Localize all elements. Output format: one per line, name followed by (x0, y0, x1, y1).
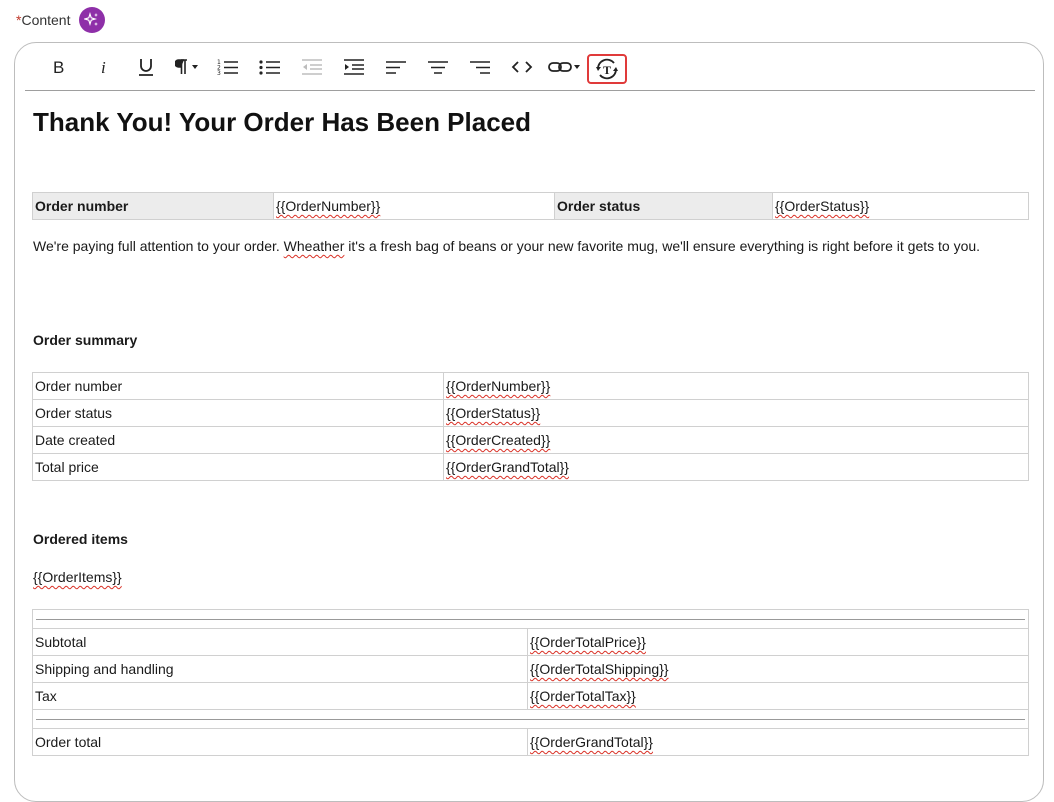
code-icon (511, 61, 533, 73)
summary-placeholder: {{OrderNumber}} (446, 378, 551, 394)
summary-value-cell: {{OrderCreated}} (443, 426, 1029, 454)
paragraph-format-button[interactable] (173, 53, 207, 81)
source-code-button[interactable] (509, 53, 535, 81)
totals-placeholder: {{OrderTotalShipping}} (530, 661, 669, 677)
summary-placeholder: {{OrderStatus}} (446, 405, 541, 421)
grand-total-label-cell: Order total (32, 728, 528, 756)
order-summary-heading: Order summary (33, 332, 138, 348)
editor-toolbar: B i 1 2 3 T (25, 43, 1035, 91)
table-row: Order total {{OrderGrandTotal}} (32, 728, 1029, 756)
underline-button[interactable] (133, 53, 159, 81)
align-left-icon (386, 61, 406, 74)
totals-label-cell: Tax (32, 682, 528, 710)
text-placeholder-icon: T (596, 58, 618, 80)
intro-text-1: We're paying full attention to your orde… (33, 238, 284, 254)
ordered-items-placeholder: {{OrderItems}} (33, 569, 122, 585)
separator-row (32, 609, 1029, 629)
sparkles-icon[interactable] (78, 7, 105, 33)
align-right-button[interactable] (467, 53, 493, 81)
pilcrow-icon (175, 59, 198, 74)
table-row: Order number {{OrderNumber}} (32, 372, 1029, 400)
summary-placeholder: {{OrderGrandTotal}} (446, 459, 569, 475)
underline-icon (139, 59, 153, 76)
ordered-items-heading: Ordered items (33, 531, 128, 547)
order-number-value-cell: {{OrderNumber}} (273, 192, 555, 220)
bullet-list-button[interactable] (257, 53, 283, 81)
order-number-placeholder: {{OrderNumber}} (276, 198, 381, 214)
misspelled-word: Wheather (283, 238, 345, 254)
rich-text-editor[interactable]: B i 1 2 3 T Thank You! Your Order Has Be… (14, 42, 1044, 802)
table-row: Order status {{OrderStatus}} (32, 399, 1029, 427)
ordered-list-button[interactable]: 1 2 3 (215, 53, 241, 81)
align-right-icon (470, 61, 490, 74)
totals-value-cell: {{OrderTotalTax}} (527, 682, 1029, 710)
intro-text-2: it's a fresh bag of beans or your new fa… (344, 238, 981, 254)
totals-placeholder: {{OrderTotalTax}} (530, 688, 636, 704)
table-row: Date created {{OrderCreated}} (32, 426, 1029, 454)
separator-row (32, 709, 1029, 729)
outdent-button[interactable] (299, 53, 325, 81)
align-center-button[interactable] (425, 53, 451, 81)
link-icon (548, 62, 580, 72)
order-status-value-cell: {{OrderStatus}} (772, 192, 1029, 220)
summary-label-cell: Date created (32, 426, 444, 454)
order-status-label-cell: Order status (554, 192, 773, 220)
order-summary-table: Order number {{OrderNumber}} Order status{… (32, 372, 1029, 481)
summary-placeholder: {{OrderCreated}} (446, 432, 551, 448)
order-number-label-cell: Order number (32, 192, 274, 220)
editor-content[interactable]: Thank You! Your Order Has Been Placed Or… (15, 91, 1043, 801)
align-center-icon (428, 61, 448, 74)
totals-label-cell: Subtotal (32, 628, 528, 656)
svg-text:3: 3 (217, 70, 221, 76)
summary-value-cell: {{OrderGrandTotal}} (443, 453, 1029, 481)
ordered-list-icon: 1 2 3 (217, 59, 238, 76)
order-status-placeholder: {{OrderStatus}} (775, 198, 870, 214)
summary-value-cell: {{OrderNumber}} (443, 372, 1029, 400)
bullet-list-icon (259, 60, 280, 75)
summary-label-cell: Total price (32, 453, 444, 481)
italic-icon: i (101, 58, 106, 76)
table-row: Shipping and handling {{OrderTotalShippin… (32, 655, 1029, 683)
totals-value-cell: {{OrderTotalPrice}} (527, 628, 1029, 656)
indent-button[interactable] (341, 53, 367, 81)
document-title: Thank You! Your Order Has Been Placed (33, 107, 531, 137)
italic-button[interactable]: i (91, 53, 117, 81)
table-row: Total price {{OrderGrandTotal}} (32, 453, 1029, 481)
placeholder-button[interactable]: T (587, 54, 627, 84)
svg-text:i: i (101, 58, 106, 76)
content-field-label: * Content (16, 7, 105, 33)
totals-value-cell: {{OrderTotalShipping}} (527, 655, 1029, 683)
horizontal-rule (36, 618, 1025, 620)
table-row: Tax {{OrderTotalTax}} (32, 682, 1029, 710)
totals-placeholder: {{OrderTotalPrice}} (530, 634, 646, 650)
table-row: Order number {{OrderNumber}} Order statu… (32, 192, 1029, 220)
outdent-icon (302, 59, 322, 75)
bold-icon: B (53, 58, 64, 76)
indent-icon (344, 59, 364, 75)
insert-link-button[interactable] (547, 53, 585, 81)
field-label-text: Content (21, 12, 71, 28)
horizontal-rule (36, 718, 1025, 720)
svg-text:T: T (603, 63, 611, 77)
totals-label-cell: Shipping and handling (32, 655, 528, 683)
align-left-button[interactable] (383, 53, 409, 81)
svg-text:B: B (53, 58, 64, 76)
intro-paragraph: We're paying full attention to your orde… (33, 234, 1033, 258)
summary-label-cell: Order status (32, 399, 444, 427)
table-row: Subtotal {{OrderTotalPrice}} (32, 628, 1029, 656)
grand-total-value-cell: {{OrderGrandTotal}} (527, 728, 1029, 756)
bold-button[interactable]: B (45, 53, 71, 81)
summary-label-cell: Order number (32, 372, 444, 400)
order-header-table: Order number {{OrderNumber}} Order statu… (32, 192, 1029, 220)
order-totals-table: Subtotal {{OrderTotalPrice}} Shipping and … (32, 609, 1029, 756)
summary-value-cell: {{OrderStatus}} (443, 399, 1029, 427)
grand-total-placeholder: {{OrderGrandTotal}} (530, 734, 653, 750)
